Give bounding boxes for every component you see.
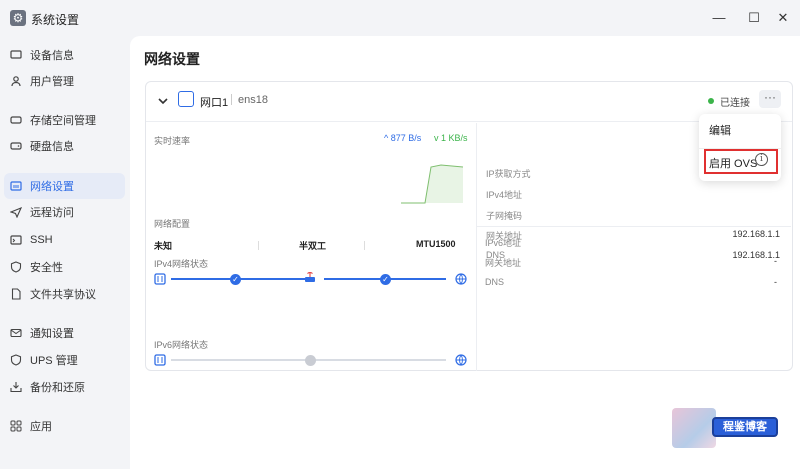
duplex-mode: 半双工 [299, 241, 327, 251]
disk-icon [10, 140, 22, 152]
network-config-label: 网络配置 [154, 219, 191, 229]
storage-icon [10, 114, 22, 126]
ipv6-dns-label: DNS [485, 277, 505, 287]
sidebar-item-label: 远程访问 [30, 207, 74, 219]
download-rate: v 1 KB/s [434, 133, 468, 143]
sidebar-item-apps[interactable]: 应用 [4, 413, 125, 439]
nas-device-icon [154, 273, 166, 285]
ipv6-status-label: IPv6网络状态 [154, 340, 209, 350]
sidebar-item-label: 通知设置 [30, 328, 74, 340]
traffic-sparkline [401, 164, 464, 204]
shield-icon [10, 261, 22, 273]
network-icon [10, 180, 22, 192]
backup-icon [10, 381, 22, 393]
close-icon[interactable]: ✕ [773, 8, 793, 28]
watermark-avatar [672, 408, 716, 448]
file-icon [10, 288, 22, 300]
apps-icon [10, 420, 22, 432]
sidebar-item-storage[interactable]: 存储空间管理 [4, 107, 125, 133]
mtu-value: MTU1500 [416, 239, 456, 249]
minimize-icon[interactable]: — [709, 8, 729, 28]
sidebar-item-remote[interactable]: 远程访问 [4, 199, 125, 225]
sidebar-item-label: 安全性 [30, 262, 63, 274]
watermark-label: 程鉴博客 [712, 417, 778, 437]
chevron-down-icon[interactable] [156, 94, 170, 108]
more-button[interactable]: ··· [759, 90, 781, 108]
sidebar-item-notify[interactable]: 通知设置 [4, 320, 125, 346]
sidebar-item-label: 设备信息 [30, 50, 74, 62]
link-speed: 未知 [154, 241, 173, 251]
mail-icon [10, 327, 22, 339]
globe-icon [455, 273, 467, 285]
sidebar-item-ssh[interactable]: SSH [4, 227, 125, 253]
ipv4-link-segment [171, 278, 311, 280]
check-icon: ✓ [380, 274, 391, 285]
sidebar-item-file-share[interactable]: 文件共享协议 [4, 281, 125, 307]
traffic-pane: 实时速率 ^ 877 B/s v 1 KB/s 网络配置 未知 半双工 MTU1… [146, 123, 477, 371]
ipv4-status-label: IPv4网络状态 [154, 259, 209, 269]
terminal-icon [10, 234, 22, 246]
ipv6-node [305, 355, 316, 366]
port-icon [178, 91, 194, 107]
watermark: 程鉴博客 [672, 408, 788, 448]
divider [258, 241, 259, 250]
app-title: 系统设置 [31, 13, 80, 27]
sidebar-item-label: 网络设置 [30, 181, 74, 193]
sidebar-item-label: UPS 管理 [30, 355, 78, 367]
page-title: 网络设置 [144, 51, 200, 67]
sidebar-item-security[interactable]: 安全性 [4, 254, 125, 280]
dns-value: 192.168.1.1 [732, 250, 780, 260]
ipv4-address-label: IPv4地址 [486, 190, 523, 200]
highlight-box [704, 149, 778, 174]
divider [231, 94, 232, 105]
sidebar: 设备信息 用户管理 存储空间管理 硬盘信息 网络设置 远程访问 SSH 安全性 … [0, 36, 130, 469]
sidebar-item-label: 应用 [30, 421, 52, 433]
ipv6-dns-value: - [774, 277, 777, 287]
realtime-rate-label: 实时速率 [154, 136, 191, 146]
menu-item-edit[interactable]: 编辑 [709, 122, 731, 138]
router-icon [305, 271, 315, 282]
globe-icon [455, 354, 467, 366]
gear-icon: ⚙ [10, 10, 26, 26]
monitor-icon [10, 49, 22, 61]
divider [364, 241, 365, 250]
sidebar-item-network[interactable]: 网络设置 [4, 173, 125, 199]
status-badge: 已连接 [720, 98, 750, 109]
sidebar-item-label: 文件共享协议 [30, 289, 96, 301]
check-icon: ✓ [230, 274, 241, 285]
sidebar-item-ups[interactable]: UPS 管理 [4, 347, 125, 373]
sidebar-item-label: 硬盘信息 [30, 141, 74, 153]
send-icon [10, 206, 22, 218]
sidebar-item-label: 用户管理 [30, 76, 74, 88]
status-dot-icon [708, 98, 714, 104]
ipv6-address-label: IPv6地址 [485, 238, 522, 248]
port-header[interactable]: 网口1 ens18 已连接 ··· [146, 82, 792, 122]
ip-method-label: IP获取方式 [486, 169, 531, 179]
gateway-value: 192.168.1.1 [732, 229, 780, 239]
user-icon [10, 75, 22, 87]
ipv6-gateway-label: 网关地址 [485, 258, 522, 268]
ipv6-gateway-value: - [774, 256, 777, 266]
sidebar-item-device-info[interactable]: 设备信息 [4, 42, 125, 68]
subnet-mask-label: 子网掩码 [486, 211, 523, 221]
sidebar-item-users[interactable]: 用户管理 [4, 68, 125, 94]
maximize-icon[interactable]: ☐ [744, 8, 764, 28]
ups-icon [10, 354, 22, 366]
title-bar: ⚙ 系统设置 — ☐ ✕ [0, 0, 800, 36]
port-name: 网口1 [200, 97, 229, 109]
divider [477, 226, 791, 227]
sidebar-item-disk[interactable]: 硬盘信息 [4, 133, 125, 159]
main-panel: 网络设置 网口1 ens18 已连接 ··· 实时速率 ^ 877 B/s v … [130, 36, 800, 469]
port-interface: ens18 [238, 94, 268, 106]
upload-rate: ^ 877 B/s [384, 133, 422, 143]
sidebar-item-label: 存储空间管理 [30, 115, 96, 127]
sidebar-item-label: 备份和还原 [30, 382, 85, 394]
nas-device-icon [154, 354, 166, 366]
sidebar-item-label: SSH [30, 234, 53, 246]
sidebar-item-backup[interactable]: 备份和还原 [4, 374, 125, 400]
